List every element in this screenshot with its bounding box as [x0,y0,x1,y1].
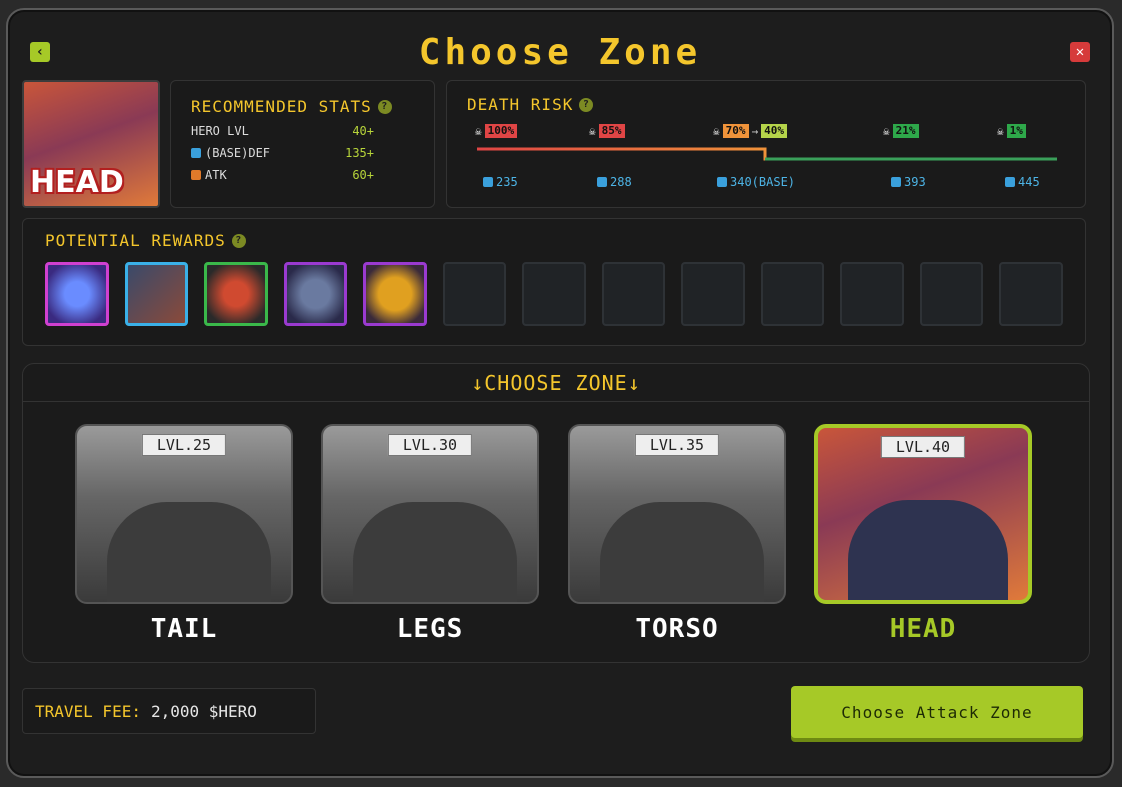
skull-icon: ☠ [883,124,890,138]
page-title: Choose Zone [418,32,702,73]
zone-name-legs: LEGS [396,614,464,644]
choose-zone-panel: ↓CHOOSE ZONE↓ LVL.25 TAIL LVL.30 LEGS LV… [22,363,1090,663]
help-icon[interactable]: ? [579,97,594,112]
shield-icon [891,177,901,187]
reward-slot-empty [919,262,984,326]
zone-card-torso[interactable]: LVL.35 [568,424,786,604]
help-icon[interactable]: ? [231,233,246,248]
shield-icon [483,177,493,187]
reward-list [45,262,1063,326]
death-risk-panel: DEATH RISK? ☠ 100% ☠ 85% ☠ 70% → 40% ☠ 21% ☠ 1%… [446,80,1086,208]
reward-slot-empty [999,262,1063,326]
reward-slot-empty [840,262,904,326]
portrait-label: HEAD [30,165,124,200]
zones-heading: ↓CHOOSE ZONE↓ [23,364,1089,402]
zone-card-head[interactable]: LVL.40 [814,424,1032,604]
reward-slot-empty [522,262,586,326]
close-icon: ✕ [1075,44,1085,60]
skull-icon: ☠ [475,124,482,138]
zone-level: LVL.40 [880,436,966,458]
risk-heading: DEATH RISK [467,95,574,114]
sword-icon [191,170,201,180]
reward-coin-silver-icon[interactable] [283,262,348,326]
arrow-right-icon: → [751,124,759,138]
choose-attack-zone-button[interactable]: Choose Attack Zone [791,686,1083,738]
zone-card-tail[interactable]: LVL.25 [75,424,293,604]
reward-slot-empty [442,262,507,326]
stats-heading: RECOMMENDED STATS [191,97,372,116]
risk-tags: ☠ 100% ☠ 85% ☠ 70% → 40% ☠ 21% ☠ 1% [467,124,1065,140]
reward-slot-empty [760,262,825,326]
shield-icon [1005,177,1015,187]
zone-name-torso: TORSO [635,614,719,644]
close-button[interactable]: ✕ [1070,42,1090,62]
zone-level: LVL.30 [387,434,473,456]
zone-card-legs[interactable]: LVL.30 [321,424,539,604]
zone-art [353,502,517,602]
shield-icon [597,177,607,187]
zone-art [848,500,1008,600]
risk-line [477,147,1057,161]
reward-orb-icon[interactable] [45,262,109,326]
reward-scale-icon[interactable] [124,262,189,326]
reward-coin-gold-icon[interactable] [363,262,427,326]
def-thresholds: 235 288 340(BASE) 393 445 [447,175,1085,191]
shield-icon [717,177,727,187]
zone-art [600,502,764,602]
recommended-stats-panel: RECOMMENDED STATS? HERO LVL 40+ (BASE)DE… [170,80,435,208]
skull-icon: ☠ [997,124,1004,138]
skull-icon: ☠ [589,124,596,138]
stat-row-def: (BASE)DEF 135+ [191,146,414,160]
stat-row-hero-lvl: HERO LVL 40+ [191,124,374,138]
shield-icon [191,148,201,158]
help-icon[interactable]: ? [377,99,392,114]
travel-fee-value: 2,000 $HERO [150,701,257,721]
stat-row-atk: ATK 60+ [191,168,414,182]
potential-rewards-panel: POTENTIAL REWARDS? [22,218,1086,346]
zone-level: LVL.25 [141,434,227,456]
reward-stone-icon[interactable] [204,262,268,326]
zone-name-head: HEAD [889,614,957,644]
zone-art [107,502,271,602]
travel-fee-label: TRAVEL FEE: [35,701,141,721]
target-portrait: HEAD [22,80,160,208]
reward-slot-empty [681,262,745,326]
rewards-heading: POTENTIAL REWARDS [45,231,226,250]
travel-fee: TRAVEL FEE: 2,000 $HERO [22,688,316,734]
reward-slot-empty [601,262,666,326]
zone-level: LVL.35 [634,434,720,456]
skull-icon: ☠ [713,124,720,138]
zone-name-tail: TAIL [150,614,218,644]
